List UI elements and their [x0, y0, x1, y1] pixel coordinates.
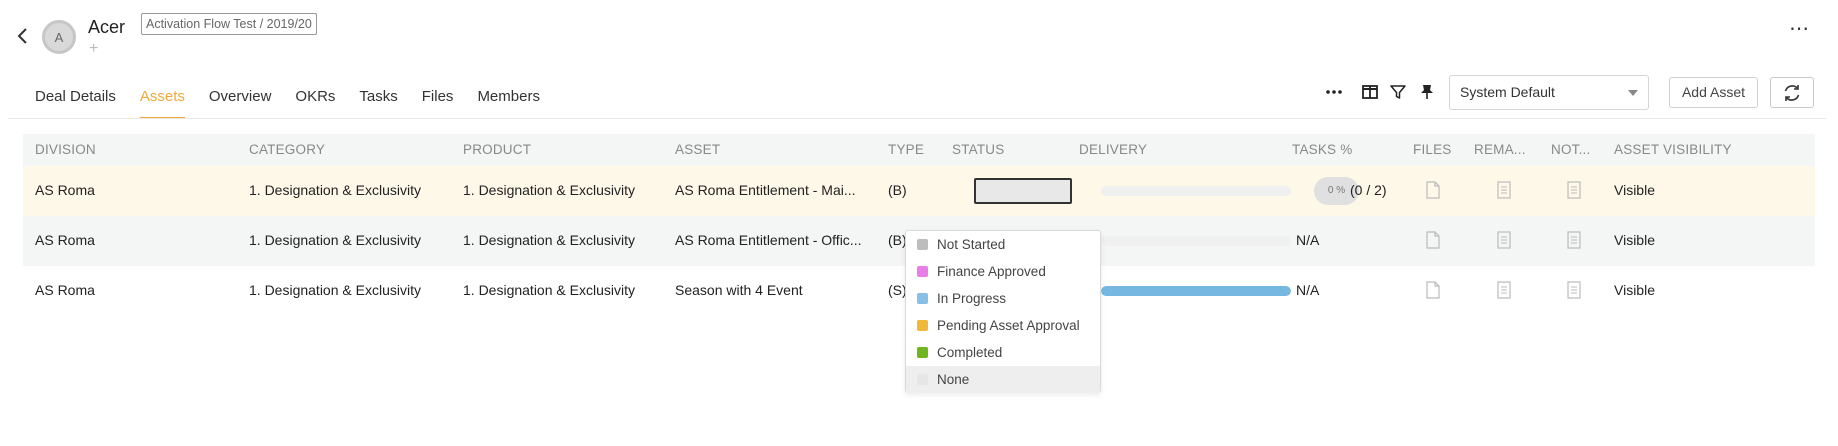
status-option[interactable]: Not Started: [906, 231, 1100, 258]
account-name: Acer: [88, 17, 126, 37]
cell-division: AS Roma: [35, 182, 95, 198]
col-status[interactable]: STATUS: [952, 142, 1004, 157]
refresh-button[interactable]: [1770, 77, 1814, 108]
tab-files[interactable]: Files: [422, 88, 454, 119]
tasks-na: N/A: [1296, 282, 1320, 298]
cell-type: (B): [888, 182, 907, 198]
delivery-fill: [1101, 286, 1291, 296]
status-dropdown: Not Started Finance Approved In Progress…: [905, 230, 1101, 393]
col-tasks[interactable]: TASKS %: [1292, 142, 1352, 157]
col-product[interactable]: PRODUCT: [463, 142, 531, 157]
view-select-value: System Default: [1460, 84, 1555, 100]
status-option-label: Completed: [937, 345, 1003, 360]
cell-division: AS Roma: [35, 282, 95, 298]
delivery-progress: [1101, 236, 1291, 246]
status-option-label: Not Started: [937, 237, 1006, 252]
status-swatch: [917, 293, 928, 304]
status-option[interactable]: In Progress: [906, 285, 1100, 312]
file-icon[interactable]: [1426, 231, 1440, 249]
col-remarks[interactable]: REMA...: [1474, 142, 1526, 157]
status-option[interactable]: Finance Approved: [906, 258, 1100, 285]
remarks-icon[interactable]: [1497, 281, 1511, 299]
filter-icon[interactable]: [1388, 82, 1408, 102]
tab-tasks[interactable]: Tasks: [359, 88, 397, 119]
table-header: DIVISION CATEGORY PRODUCT ASSET TYPE STA…: [23, 134, 1815, 166]
status-swatch: [917, 347, 928, 358]
col-files[interactable]: FILES: [1413, 142, 1452, 157]
cell-visibility: Visible: [1614, 282, 1655, 298]
status-swatch: [917, 374, 928, 385]
notes-icon[interactable]: [1567, 281, 1581, 299]
remarks-icon[interactable]: [1497, 231, 1511, 249]
status-swatch: [917, 239, 928, 250]
deal-tag: Activation Flow Test / 2019/20: [141, 13, 317, 35]
tab-assets[interactable]: Assets: [139, 88, 185, 119]
view-select[interactable]: System Default: [1449, 75, 1649, 110]
status-option[interactable]: Completed: [906, 339, 1100, 366]
table-row[interactable]: AS Roma 1. Designation & Exclusivity 1. …: [23, 166, 1815, 216]
delivery-progress: [1101, 186, 1291, 196]
status-swatch: [917, 320, 928, 331]
cell-type: (B): [888, 232, 907, 248]
tab-members[interactable]: Members: [477, 88, 540, 119]
avatar: A: [42, 20, 76, 54]
col-visibility[interactable]: ASSET VISIBILITY: [1614, 142, 1732, 157]
col-type[interactable]: TYPE: [888, 142, 924, 157]
cell-asset[interactable]: AS Roma Entitlement - Offic...: [675, 232, 861, 248]
tabs-divider: [8, 118, 1826, 119]
cell-category: 1. Designation & Exclusivity: [249, 282, 421, 298]
cell-product: 1. Designation & Exclusivity: [463, 282, 635, 298]
status-option-label: None: [937, 372, 970, 387]
tab-okrs[interactable]: OKRs: [295, 88, 335, 119]
tab-deal-details[interactable]: Deal Details: [35, 88, 116, 119]
tab-overview[interactable]: Overview: [209, 88, 272, 119]
back-arrow-icon[interactable]: [14, 26, 32, 46]
add-asset-button[interactable]: Add Asset: [1669, 77, 1758, 108]
cell-category: 1. Designation & Exclusivity: [249, 232, 421, 248]
status-swatch: [917, 266, 928, 277]
cell-visibility: Visible: [1614, 232, 1655, 248]
col-delivery[interactable]: DELIVERY: [1079, 142, 1147, 157]
notes-icon[interactable]: [1567, 181, 1581, 199]
notes-icon[interactable]: [1567, 231, 1581, 249]
cell-product: 1. Designation & Exclusivity: [463, 232, 635, 248]
cell-visibility: Visible: [1614, 182, 1655, 198]
status-option-label: Finance Approved: [937, 264, 1046, 279]
columns-icon[interactable]: [1360, 82, 1380, 102]
cell-type: (S): [888, 282, 907, 298]
col-division[interactable]: DIVISION: [35, 142, 96, 157]
tab-bar: Deal Details Assets Overview OKRs Tasks …: [35, 88, 564, 119]
file-icon[interactable]: [1426, 181, 1440, 199]
add-icon[interactable]: +: [89, 40, 98, 58]
cell-asset[interactable]: Season with 4 Event: [675, 282, 803, 298]
more-menu-icon[interactable]: ⋯: [1789, 16, 1810, 41]
col-asset[interactable]: ASSET: [675, 142, 720, 157]
chevron-down-icon: [1628, 90, 1638, 96]
tasks-count: (0 / 2): [1350, 182, 1387, 198]
cell-product: 1. Designation & Exclusivity: [463, 182, 635, 198]
cell-category: 1. Designation & Exclusivity: [249, 182, 421, 198]
status-option-label: In Progress: [937, 291, 1007, 306]
delivery-progress: [1101, 286, 1291, 296]
status-select[interactable]: [974, 178, 1072, 204]
col-category[interactable]: CATEGORY: [249, 142, 325, 157]
refresh-icon: [1784, 84, 1800, 101]
remarks-icon[interactable]: [1497, 181, 1511, 199]
status-option[interactable]: Pending Asset Approval: [906, 312, 1100, 339]
cell-division: AS Roma: [35, 232, 95, 248]
status-option[interactable]: None: [906, 366, 1100, 393]
col-notes[interactable]: NOT...: [1551, 142, 1590, 157]
pin-icon[interactable]: [1417, 82, 1437, 102]
tasks-na: N/A: [1296, 232, 1320, 248]
cell-asset[interactable]: AS Roma Entitlement - Mai...: [675, 182, 856, 198]
file-icon[interactable]: [1426, 281, 1440, 299]
more-options-icon[interactable]: [1324, 82, 1344, 102]
status-option-label: Pending Asset Approval: [937, 318, 1080, 333]
avatar-letter: A: [54, 29, 64, 45]
